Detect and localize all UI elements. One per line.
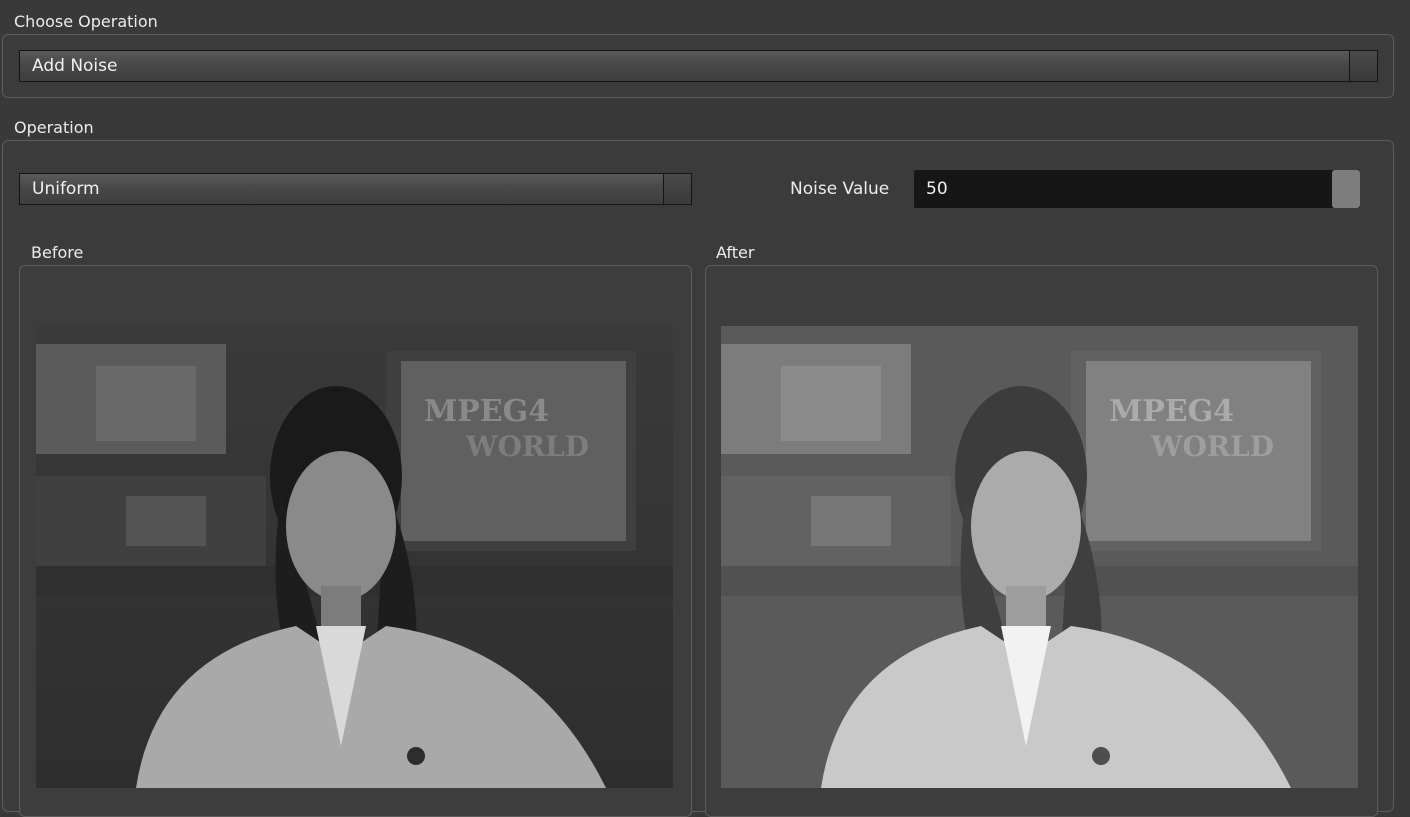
before-label: Before xyxy=(31,243,84,262)
svg-text:WORLD: WORLD xyxy=(1150,430,1274,463)
dropdown-button[interactable] xyxy=(663,174,691,204)
after-label: After xyxy=(716,243,755,262)
after-image: MPEG4 WORLD xyxy=(721,326,1358,788)
noise-type-select[interactable]: Uniform xyxy=(19,173,692,205)
operation-select[interactable]: Add Noise xyxy=(19,50,1378,82)
svg-text:MPEG4: MPEG4 xyxy=(1109,394,1234,429)
svg-text:WORLD: WORLD xyxy=(465,430,589,463)
dropdown-button[interactable] xyxy=(1349,51,1377,81)
noise-value-text: 50 xyxy=(926,179,948,199)
slider-thumb[interactable] xyxy=(1332,170,1360,208)
noise-value-slider[interactable]: 50 xyxy=(914,170,1360,208)
noise-value-label: Noise Value xyxy=(790,179,890,199)
svg-text:MPEG4: MPEG4 xyxy=(424,394,549,429)
operation-label: Operation xyxy=(14,118,94,137)
choose-operation-label: Choose Operation xyxy=(14,12,158,31)
before-image: MPEG4 WORLD xyxy=(36,326,673,788)
operation-select-value: Add Noise xyxy=(32,56,118,76)
noise-type-value: Uniform xyxy=(32,179,100,199)
